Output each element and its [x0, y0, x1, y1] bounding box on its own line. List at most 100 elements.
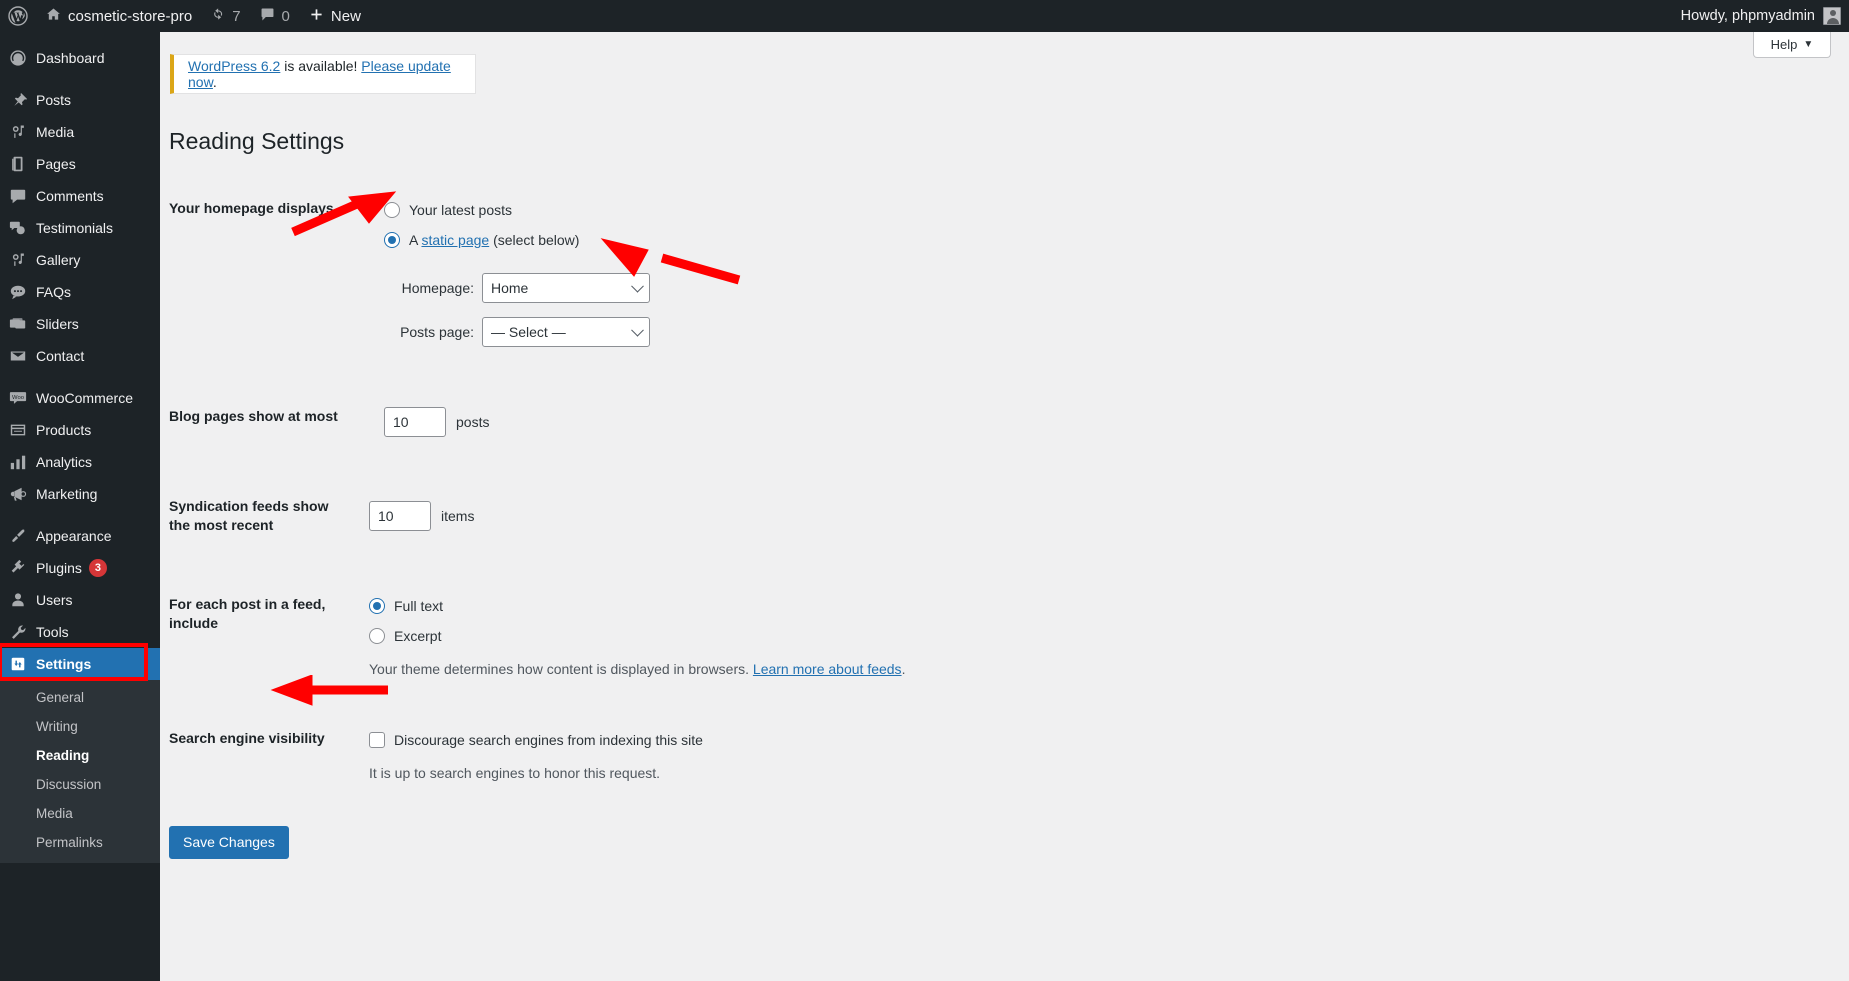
submenu-item-media[interactable]: Media [0, 799, 160, 828]
sidebar-item-faqs[interactable]: FAQs [0, 276, 160, 308]
sidebar-item-settings[interactable]: Settings [0, 648, 160, 680]
page-title: Reading Settings [169, 128, 345, 154]
testimonials-icon [0, 219, 36, 237]
radio-latest-posts[interactable]: Your latest posts [384, 199, 1559, 221]
blog-pages-input[interactable]: 10 [384, 407, 446, 437]
radio-excerpt-input[interactable] [369, 627, 385, 644]
marketing-icon [0, 485, 36, 503]
feed-help-suffix: . [901, 660, 906, 677]
help-label: Help [1770, 37, 1798, 52]
setting-control-search-visibility: Discourage search engines from indexing … [359, 714, 1569, 796]
blog-pages-value: 10 [393, 414, 409, 430]
sidebar-item-comments[interactable]: Comments [0, 180, 160, 212]
learn-more-feeds-link[interactable]: Learn more about feeds [753, 661, 902, 677]
account-menu[interactable]: Howdy, phpmyadmin [1681, 7, 1849, 25]
sidebar-item-products[interactable]: Products [0, 414, 160, 446]
save-changes-button[interactable]: Save Changes [169, 826, 289, 859]
sidebar-item-label: Products [36, 422, 92, 438]
sliders-icon [0, 315, 36, 333]
submenu-item-discussion[interactable]: Discussion [0, 770, 160, 799]
submenu-item-reading[interactable]: Reading [0, 741, 160, 770]
menu-spacer [0, 32, 160, 42]
sidebar-item-label: Contact [36, 348, 85, 364]
plus-icon [308, 6, 325, 27]
setting-label-search-visibility: Search engine visibility [169, 729, 325, 746]
sidebar-item-testimonials[interactable]: Testimonials [0, 212, 160, 244]
sidebar-item-label: Media [36, 124, 75, 140]
syndication-value: 10 [378, 507, 394, 524]
setting-label-syndication: Syndication feeds show the most recent [169, 498, 329, 533]
radio-latest-posts-input[interactable] [384, 202, 400, 218]
sidebar-item-label: Pages [36, 156, 76, 172]
envelope-icon [0, 347, 36, 365]
sidebar-item-analytics[interactable]: Analytics [0, 446, 160, 478]
updates-button[interactable]: 7 [201, 0, 249, 32]
sidebar-item-media[interactable]: Media [0, 116, 160, 148]
discourage-search-label: Discourage search engines from indexing … [394, 731, 703, 748]
sidebar-item-label: Settings [36, 656, 92, 672]
main-content-area: Help ▼ WordPress 6.2 is available! Pleas… [160, 32, 1849, 981]
discourage-search-checkbox[interactable] [369, 731, 385, 748]
sidebar-item-tools[interactable]: Tools [0, 616, 160, 648]
notice-middle-text: is available! [280, 58, 362, 74]
sidebar-item-label: Users [36, 592, 73, 608]
radio-full-text[interactable]: Full text [369, 595, 1559, 617]
sidebar-item-plugins[interactable]: Plugins 3 [0, 552, 160, 584]
setting-row-blog-pages: Blog pages show at most 10 posts [169, 392, 1569, 452]
radio-static-page[interactable]: A static page (select below) [384, 229, 1559, 251]
sidebar-item-label: FAQs [36, 284, 72, 300]
help-tab-button[interactable]: Help ▼ [1753, 32, 1831, 58]
sidebar-item-woocommerce[interactable]: Woo WooCommerce [0, 382, 160, 414]
feed-help-prefix: Your theme determines how content is dis… [369, 660, 753, 677]
menu-spacer [0, 510, 160, 520]
site-name-menu[interactable]: cosmetic-store-pro [36, 0, 201, 32]
sidebar-item-label: Marketing [36, 486, 98, 502]
sidebar-item-posts[interactable]: Posts [0, 84, 160, 116]
sidebar-item-marketing[interactable]: Marketing [0, 478, 160, 510]
sidebar-item-appearance[interactable]: Appearance [0, 520, 160, 552]
sidebar-item-label: Plugins [36, 560, 82, 576]
submenu-item-permalinks[interactable]: Permalinks [0, 828, 160, 857]
radio-excerpt[interactable]: Excerpt [369, 625, 1559, 647]
sidebar-item-label: Posts [36, 92, 72, 108]
checkbox-discourage-search[interactable]: Discourage search engines from indexing … [369, 729, 1559, 751]
wordpress-version-link[interactable]: WordPress 6.2 [188, 58, 280, 74]
submenu-item-writing[interactable]: Writing [0, 712, 160, 741]
static-prefix: A [409, 232, 422, 248]
svg-text:Woo: Woo [12, 395, 24, 401]
radio-static-page-input[interactable] [384, 232, 400, 248]
syndication-unit: items [441, 507, 475, 524]
radio-full-text-input[interactable] [369, 597, 385, 614]
submenu-item-general[interactable]: General [0, 683, 160, 712]
static-page-link[interactable]: static page [421, 232, 489, 248]
comment-bubble-icon [259, 6, 276, 27]
wordpress-logo-icon[interactable] [0, 0, 36, 32]
sidebar-item-users[interactable]: Users [0, 584, 160, 616]
sidebar-item-pages[interactable]: Pages [0, 148, 160, 180]
comments-button[interactable]: 0 [250, 0, 299, 32]
media-icon [0, 123, 36, 141]
postspage-select[interactable]: — Select — [482, 317, 650, 347]
admin-sidebar-menu: Dashboard Posts Media Pages Comments Tes… [0, 32, 160, 981]
chevron-down-icon [631, 323, 644, 337]
products-icon [0, 421, 36, 439]
sidebar-item-contact[interactable]: Contact [0, 340, 160, 372]
faqs-icon [0, 283, 36, 301]
reading-settings-form: Your homepage displays Your latest posts… [169, 184, 1569, 796]
new-content-button[interactable]: New [299, 0, 370, 32]
sidebar-item-gallery[interactable]: Gallery [0, 244, 160, 276]
homepage-select[interactable]: Home [482, 273, 650, 303]
settings-submenu: General Writing Reading Discussion Media… [0, 680, 160, 863]
new-label: New [330, 7, 361, 25]
syndication-input[interactable]: 10 [369, 500, 431, 531]
updates-count: 7 [232, 7, 241, 25]
admin-bar: cosmetic-store-pro 7 0 New Howdy, phpmya… [0, 0, 1849, 32]
sidebar-item-dashboard[interactable]: Dashboard [0, 42, 160, 74]
menu-spacer [0, 74, 160, 84]
gallery-icon [0, 251, 36, 269]
sidebar-item-sliders[interactable]: Sliders [0, 308, 160, 340]
radio-full-text-label: Full text [394, 597, 444, 614]
postspage-select-row: Posts page: — Select — [384, 317, 1559, 347]
pages-icon [0, 155, 36, 173]
analytics-icon [0, 453, 36, 471]
